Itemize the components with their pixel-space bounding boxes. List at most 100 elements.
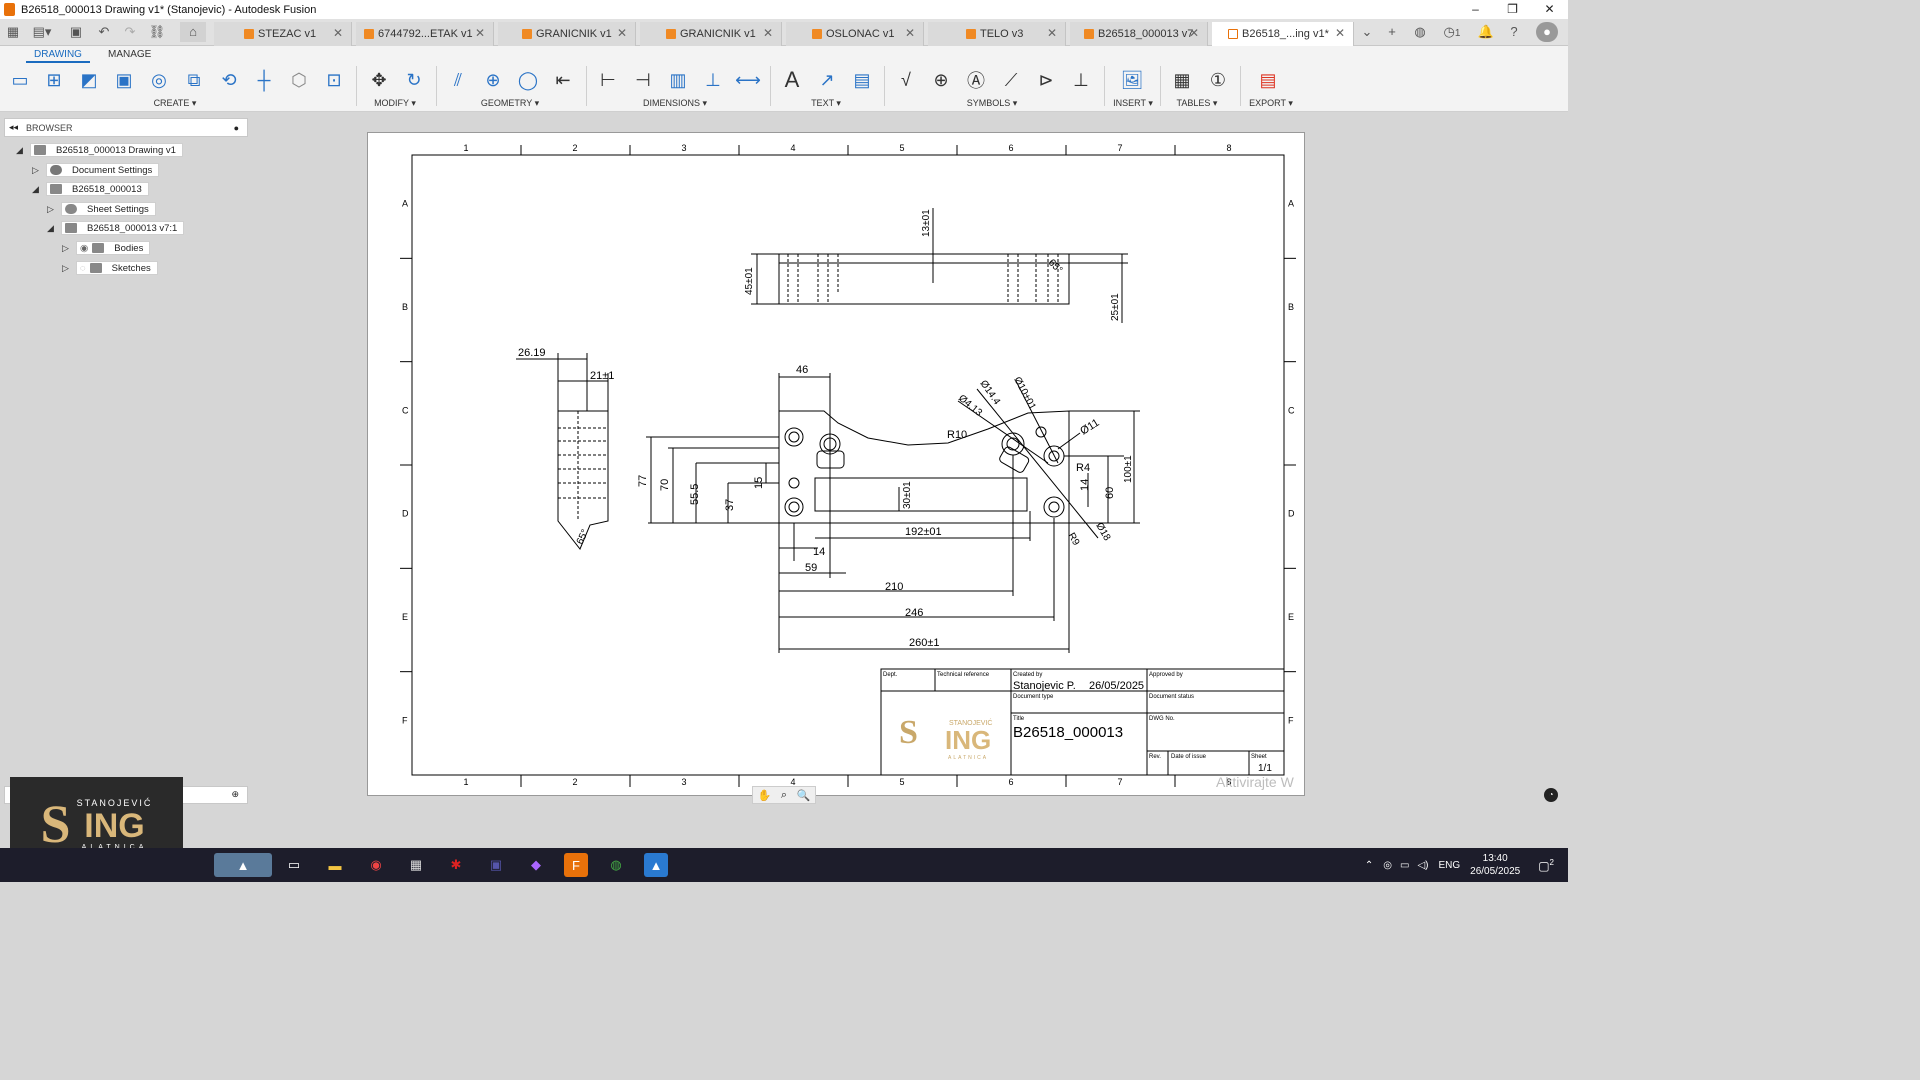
tree-node-sheet-settings[interactable]: ▷ Sheet Settings [47,202,156,216]
3d-view-icon[interactable]: ⬡ [285,66,313,94]
export-group[interactable]: EXPORT ▾ [1246,98,1296,109]
tab-telo[interactable]: TELO v3 ✕ [928,22,1066,46]
tab-b26518-model[interactable]: B26518_000013 v7 ✕ [1070,22,1208,46]
user-avatar[interactable]: ● [1536,22,1558,42]
feature-control-frame-icon[interactable]: ⊕ [927,66,955,94]
chrome-profile-icon[interactable]: ◍ [604,853,628,877]
baseline-dimension-icon[interactable]: ▥ [664,66,692,94]
taper-slope-icon[interactable]: ⟋ [997,66,1025,94]
home-icon[interactable]: ⌂ [180,22,206,42]
geometry-group[interactable]: GEOMETRY ▾ [478,98,542,109]
edge-symbol-icon[interactable]: ⊥ [1067,66,1095,94]
expand-icon[interactable]: ◢ [16,145,26,156]
tree-node-drawing[interactable]: ◢ B26518_000013 Drawing v1 [16,143,183,157]
language-indicator[interactable]: ENG [1438,860,1460,871]
circle-icon[interactable]: ◯ [514,66,542,94]
create-group[interactable]: CREATE ▾ [150,98,200,109]
expand-icon[interactable]: ▷ [62,243,72,254]
leader-icon[interactable]: ↗ [813,66,841,94]
tab-etak[interactable]: 6744792...ETAK v1 ✕ [356,22,494,46]
section-view-icon[interactable]: ◩ [75,66,103,94]
volume-icon[interactable]: ◁) [1417,860,1428,871]
tree-node-document-settings[interactable]: ▷ Document Settings [32,163,160,177]
tab-granicnik-2[interactable]: GRANICNIK v1 ✕ [640,22,782,46]
zoom-icon[interactable]: 🔍 [797,789,811,802]
new-tab-icon[interactable]: + [1382,22,1402,42]
fusion-taskbar-icon[interactable]: F [564,853,588,877]
expand-icon[interactable]: ▷ [62,263,72,274]
center-mark-icon[interactable]: ⊕ [479,66,507,94]
file-explorer-icon[interactable]: ▬ [323,853,347,877]
centerline-icon[interactable]: ┼ [250,66,278,94]
task-view-icon[interactable]: ▭ [282,853,306,877]
close-tab-icon[interactable]: ✕ [1335,26,1345,40]
symbols-group[interactable]: SYMBOLS ▾ [962,98,1022,109]
dimension-icon[interactable]: ⊢ [594,66,622,94]
note-icon[interactable]: ▤ [848,66,876,94]
tree-node-bodies[interactable]: ▷ ◉ Bodies [62,241,151,255]
camera-icon[interactable]: ◎ [1383,860,1392,871]
text-icon[interactable]: A [778,66,806,94]
hidden-eye-icon[interactable]: ◌ [80,263,86,274]
chain-dimension-icon[interactable]: ⊥ [699,66,727,94]
base-view-icon[interactable]: ▭ [6,66,34,94]
pan-icon[interactable]: ✋ [758,789,772,802]
ordinate-icon[interactable]: ⊣ [629,66,657,94]
undo-icon[interactable]: ↶ [94,22,114,42]
center-mark-pattern-icon[interactable]: ⫽ [444,66,472,94]
close-tab-icon[interactable]: ✕ [333,26,343,40]
drop-app-icon[interactable]: ◆ [524,853,548,877]
minimize-button[interactable]: – [1457,0,1494,19]
tab-b26518-drawing[interactable]: B26518_...ing v1* ✕ [1212,22,1354,46]
expand-icon[interactable]: ◢ [32,184,42,195]
pdf-export-icon[interactable]: ▤ [1254,66,1282,94]
rotate-icon[interactable]: ↻ [400,66,428,94]
save-app-icon[interactable]: ▣ [484,853,508,877]
insert-image-icon[interactable]: 🖼 [1118,66,1146,94]
close-tab-icon[interactable]: ✕ [905,26,915,40]
break-view-icon[interactable]: ◎ [145,66,173,94]
tab-manage[interactable]: MANAGE [100,47,159,63]
app-grid-icon[interactable]: ▦ [4,22,22,42]
browser-panel-header[interactable]: ◂◂ BROWSER ● [4,118,248,137]
maximize-button[interactable]: ❐ [1494,0,1531,19]
sketch-icon[interactable]: ⊡ [320,66,348,94]
file-menu-icon[interactable]: ▤▾ [28,22,56,42]
close-tab-icon[interactable]: ✕ [763,26,773,40]
crop-view-icon[interactable]: ⧉ [180,66,208,94]
calculator-icon[interactable]: ▦ [404,853,428,877]
app-red-icon[interactable]: ✱ [444,853,468,877]
network-icon[interactable]: ▭ [1400,860,1409,871]
visibility-eye-icon[interactable]: ◉ [80,243,88,254]
insert-group[interactable]: INSERT ▾ [1110,98,1156,109]
projected-view-icon[interactable]: ⊞ [40,66,68,94]
help-icon[interactable]: ? [1504,22,1524,42]
close-button[interactable]: ✕ [1531,0,1568,19]
chat-icon[interactable]: ◔ [1544,788,1558,802]
text-group[interactable]: TEXT ▾ [806,98,846,109]
expand-icon[interactable]: ◢ [47,223,57,234]
save-icon[interactable]: ▣ [66,22,86,42]
photos-icon[interactable]: ▲ [644,853,668,877]
zoom-window-icon[interactable]: ⌕ [781,789,787,802]
exploded-view-icon[interactable]: ⟲ [215,66,243,94]
notifications-icon[interactable]: 🔔 [1476,22,1496,42]
tree-node-sketches[interactable]: ▷ ◌ Sketches [62,261,158,275]
redo-icon[interactable]: ↷ [120,22,140,42]
link-icon[interactable]: ⛓ [146,22,168,42]
tab-stezac[interactable]: STEZAC v1 ✕ [214,22,352,46]
arrange-dimensions-icon[interactable]: ⟷ [734,66,762,94]
datum-identifier-icon[interactable]: Ⓐ [962,66,990,94]
edge-extension-icon[interactable]: ⇤ [549,66,577,94]
browser-options-icon[interactable]: ● [234,123,239,133]
dimensions-group[interactable]: DIMENSIONS ▾ [642,98,708,109]
tab-drawing[interactable]: DRAWING [26,47,90,63]
surface-texture-icon[interactable]: √ [892,66,920,94]
tab-overflow-icon[interactable]: ⌄ [1358,22,1376,42]
weld-icon[interactable]: ⊳ [1032,66,1060,94]
clock[interactable]: 13:40 26/05/2025 [1470,852,1520,878]
close-tab-icon[interactable]: ✕ [1047,26,1057,40]
collapse-browser-icon[interactable]: ◂◂ [9,122,18,133]
extensions-icon[interactable]: ◍ [1410,22,1430,42]
expand-icon[interactable]: ▷ [47,204,57,215]
